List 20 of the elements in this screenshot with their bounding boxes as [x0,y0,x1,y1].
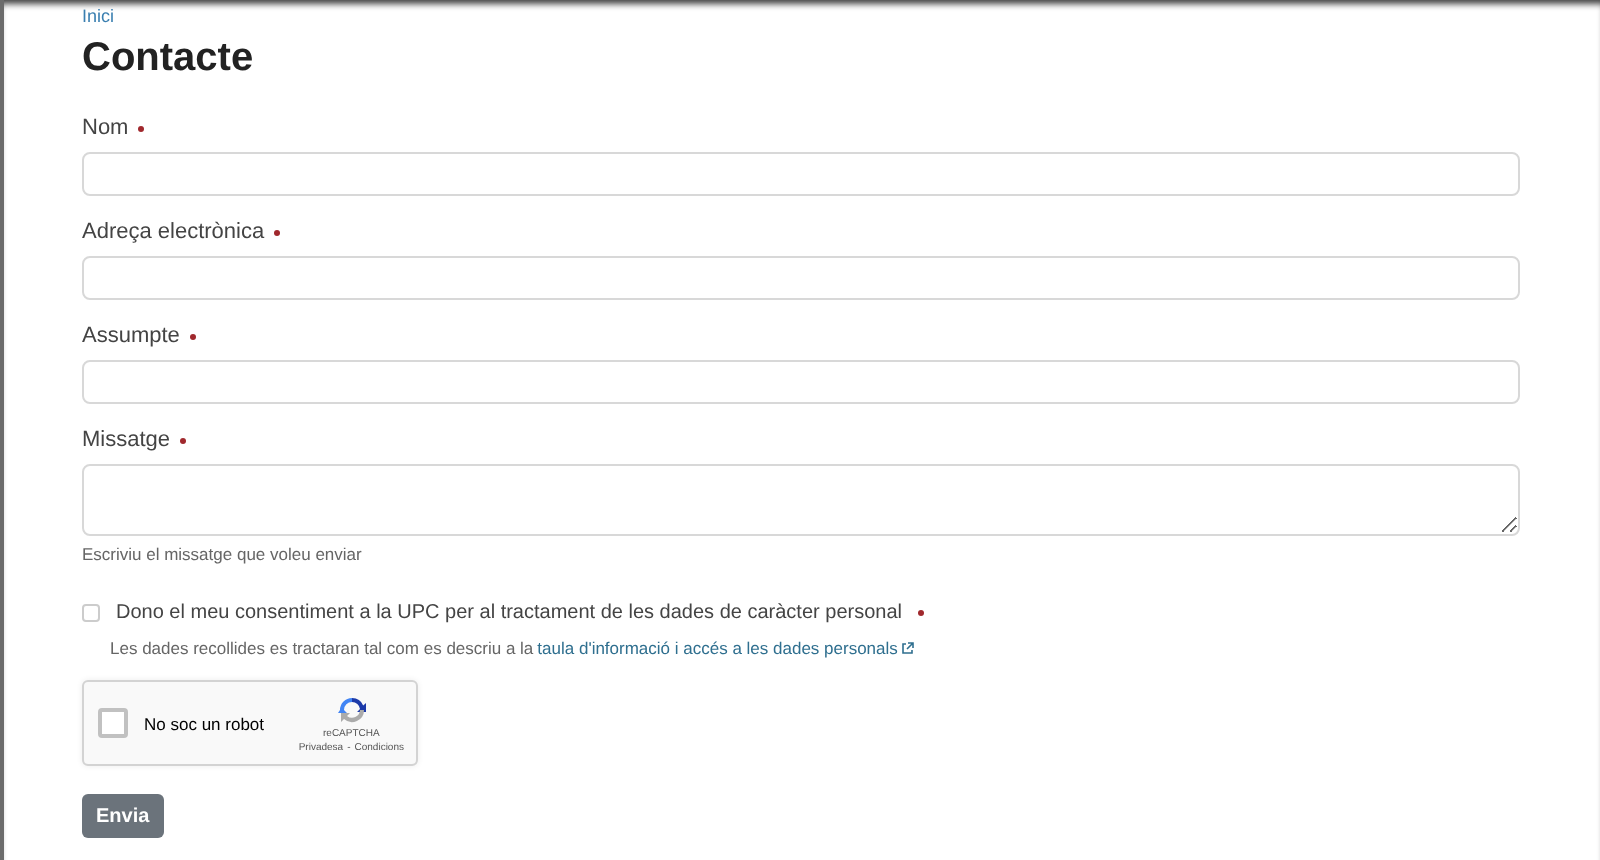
message-field[interactable] [82,464,1520,536]
field-label: Assumpte [82,324,180,348]
consent-checkbox[interactable] [82,604,100,622]
field-label: Missatge [82,428,171,452]
consent-info: Les dades recollides es tractaran tal com es descriu a la [110,638,534,658]
captcha-label: No soc un robot [144,713,267,733]
field-label: Nom [82,116,129,140]
external-link-icon [901,642,914,654]
input-field[interactable] [82,152,1520,196]
breadcrumb-link[interactable]: Inici [82,8,1520,26]
page-title: Contacte [82,36,256,82]
input-field[interactable] [82,360,1520,404]
privacy-link[interactable]: taula d'informació i accés a les dades personals [537,638,898,658]
input-field[interactable] [82,256,1520,300]
consent-label: Dono el meu consentiment a la UPC per al tractament de les dades de caràcter personal [116,602,902,624]
submit-button[interactable]: Envia [82,794,164,838]
help-text: Escriviu el missatge que voleu enviar [82,544,364,564]
recaptcha-icon [335,693,368,725]
field-label: Adreça electrònica [82,220,265,244]
captcha-checkbox[interactable] [98,708,128,738]
